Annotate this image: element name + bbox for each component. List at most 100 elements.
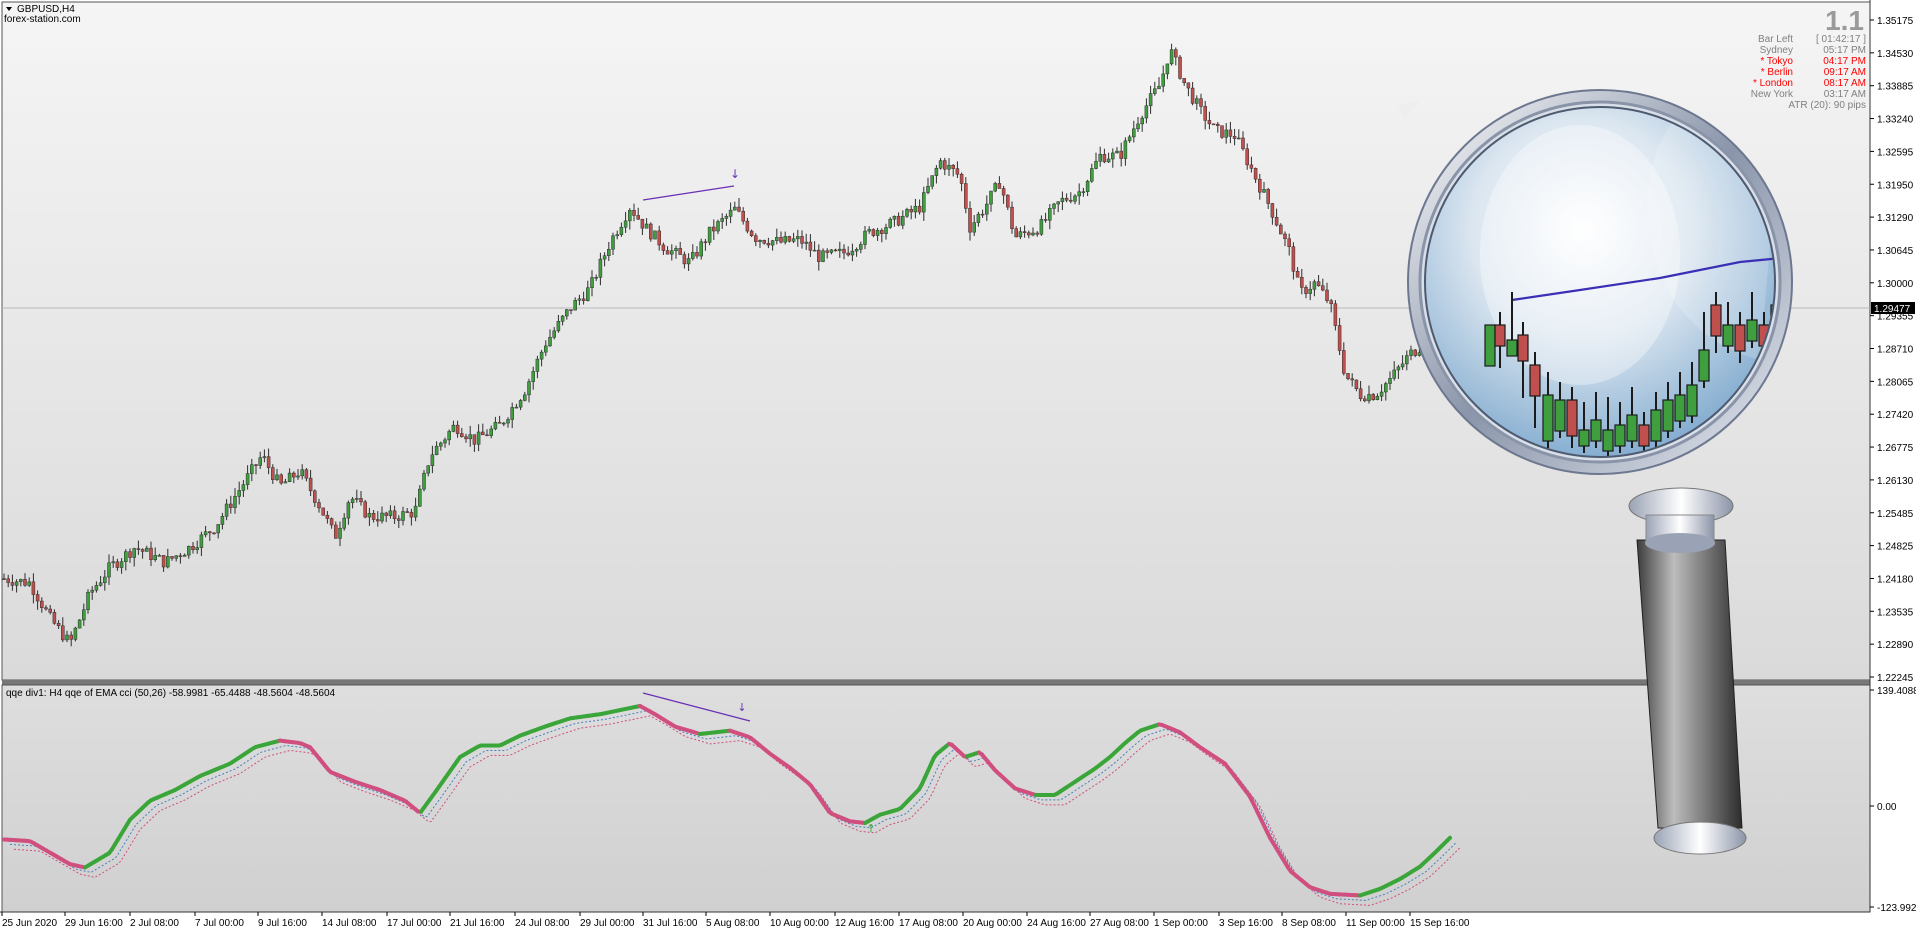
candle-body <box>409 511 414 518</box>
price-tick-label: 1.28065 <box>1877 377 1914 388</box>
candle-body <box>850 250 855 256</box>
candle-body <box>527 381 531 396</box>
candle-body <box>1417 352 1422 356</box>
candle-body <box>371 512 376 520</box>
candle-body <box>653 230 657 240</box>
candle-body <box>1291 246 1296 272</box>
candle-body <box>422 472 426 490</box>
candle-body <box>863 230 867 245</box>
candle-body <box>220 516 225 525</box>
price-axis[interactable]: 1.35175 1.34530 1.33885 1.33240 1.32595 1.319… <box>1870 16 1914 684</box>
clock-row-label: Sydney <box>1760 45 1793 56</box>
clock-row-value: 03:17 AM <box>1824 89 1866 100</box>
candle-body <box>1140 117 1144 125</box>
candle-body <box>1157 85 1161 90</box>
candle-body <box>132 548 136 558</box>
candle-body <box>703 241 708 244</box>
candle-body <box>514 406 519 409</box>
candle-body <box>384 512 388 516</box>
candle-body <box>829 249 834 253</box>
candle-body <box>783 236 787 243</box>
candle-body <box>556 321 561 332</box>
magnified-candle-body <box>1542 394 1554 442</box>
candle-body <box>1245 148 1249 166</box>
candle-body <box>880 230 884 234</box>
candle-body <box>1237 137 1241 140</box>
candle-body <box>10 582 15 586</box>
price-tick-label: 1.24825 <box>1877 542 1914 553</box>
clock-row-label: * Berlin <box>1761 67 1793 78</box>
candle-body <box>943 160 947 170</box>
candle-body <box>115 561 120 568</box>
indicator-bull-arrow-icon: ↑ <box>866 822 875 835</box>
candle-body <box>665 250 670 255</box>
candle-body <box>1400 363 1405 368</box>
candle-body <box>355 498 359 500</box>
candle-body <box>964 183 968 209</box>
candle-body <box>174 555 178 559</box>
candle-body <box>1014 228 1018 238</box>
price-tick-label: 1.22245 <box>1877 673 1914 684</box>
candle-body <box>628 210 632 222</box>
price-tick-label: 1.31950 <box>1877 180 1914 191</box>
candle-body <box>27 581 31 586</box>
candle-body <box>674 248 678 251</box>
candle-body <box>502 422 506 425</box>
candle-body <box>892 215 897 220</box>
candle-body <box>157 555 162 557</box>
candle-body <box>598 258 603 278</box>
candle-body <box>1039 219 1044 235</box>
candle-body <box>73 627 78 640</box>
candle-body <box>1001 188 1006 196</box>
candle-body <box>712 226 716 232</box>
clock-row-value: 05:17 PM <box>1823 45 1866 56</box>
candle-body <box>199 534 204 548</box>
candle-body <box>1153 88 1157 94</box>
candle-body <box>481 431 485 436</box>
magnified-candle-body <box>1686 384 1698 417</box>
panel-separator[interactable] <box>2 680 1870 685</box>
magnified-candle-body <box>1722 324 1734 347</box>
candle-body <box>19 579 23 583</box>
candle-body <box>56 623 61 627</box>
candle-body <box>161 555 166 568</box>
candle-body <box>1270 203 1275 218</box>
mt4-chart-window[interactable]: ↓ ↓ ↑ ↓ <box>0 0 1916 933</box>
candle-body <box>1211 123 1216 126</box>
chart-canvas[interactable]: ↓ ↓ ↑ ↓ <box>0 0 1916 933</box>
candle-body <box>145 547 149 552</box>
candle-body <box>296 475 300 478</box>
price-tick-label: 1.27420 <box>1877 410 1914 421</box>
candle-body <box>1127 136 1132 142</box>
version-number: 1.1 <box>1825 5 1864 36</box>
candle-body <box>388 510 393 516</box>
candle-body <box>800 236 804 244</box>
candle-body <box>972 222 976 233</box>
candle-body <box>1388 378 1392 384</box>
candle-body <box>791 238 796 242</box>
candle-body <box>657 230 661 246</box>
magnified-candle-body <box>1710 304 1722 337</box>
candle-body <box>1283 233 1287 240</box>
candle-body <box>1384 383 1388 393</box>
candle-body <box>203 531 208 536</box>
candle-body <box>380 512 384 522</box>
candle-body <box>485 434 489 437</box>
candle-body <box>460 433 464 437</box>
candle-body <box>993 183 997 192</box>
indicator-panel[interactable] <box>1 684 1871 913</box>
candle-body <box>464 436 468 440</box>
candle-body <box>745 220 750 232</box>
candle-body <box>455 424 460 434</box>
candle-body <box>573 299 577 311</box>
candle-body <box>1287 238 1291 247</box>
candle-body <box>367 512 372 518</box>
candle-body <box>308 477 313 492</box>
magnified-candle-body <box>1698 349 1710 382</box>
candle-body <box>510 407 514 420</box>
time-tick-label: 12 Aug 16:00 <box>835 918 894 929</box>
candle-body <box>808 241 813 251</box>
candle-body <box>418 488 422 507</box>
candle-body <box>254 464 258 466</box>
candle-body <box>1056 201 1060 205</box>
